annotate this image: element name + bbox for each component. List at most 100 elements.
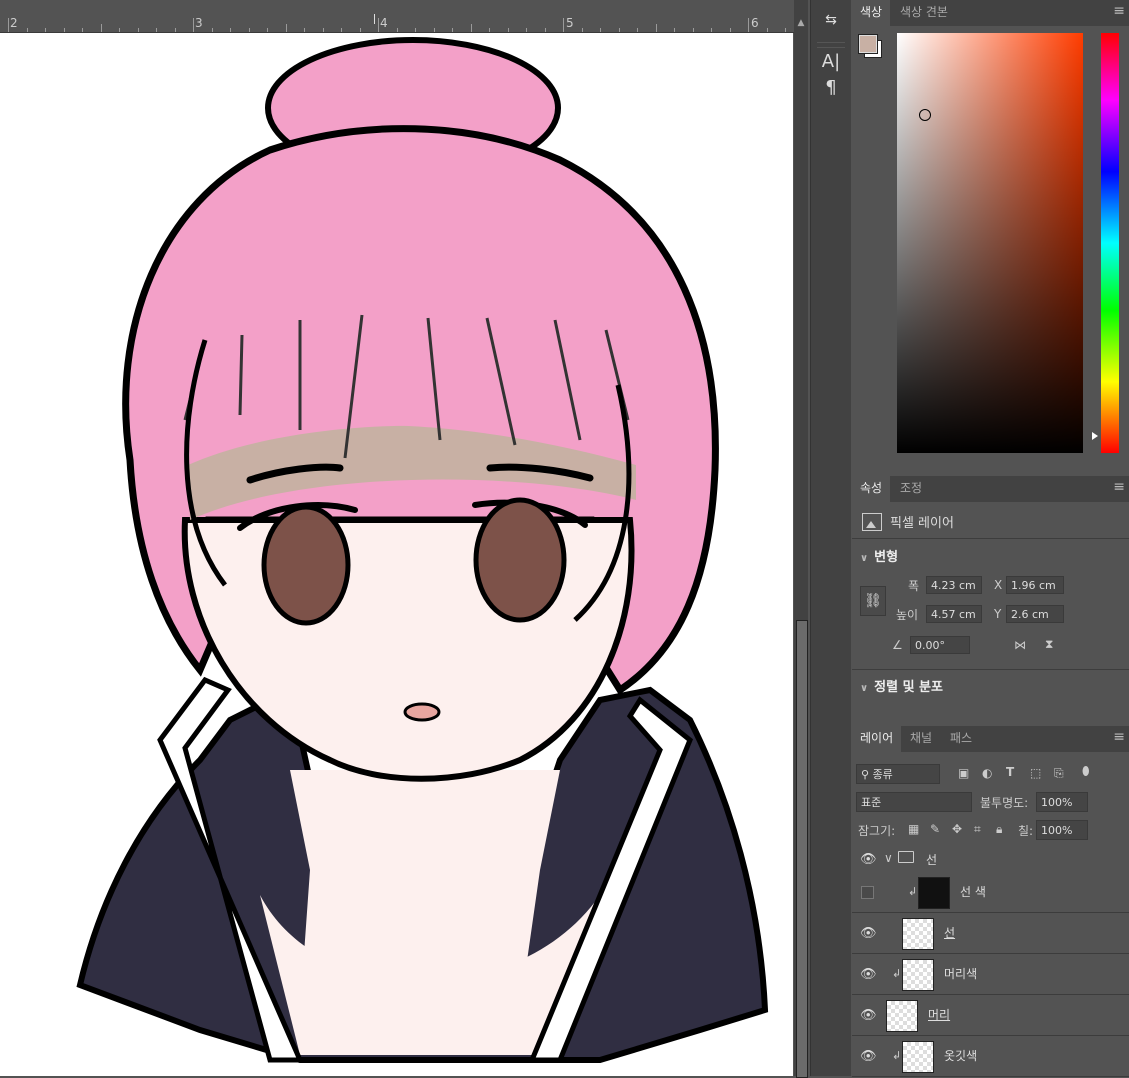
fill-label: 칠:	[1018, 824, 1034, 838]
tab-swatches[interactable]: 색상 견본	[892, 0, 956, 26]
color-picker-field[interactable]	[897, 33, 1083, 453]
panel-menu-icon[interactable]: ≡	[1113, 4, 1125, 18]
visibility-eye-icon[interactable]: 👁︎	[860, 1008, 877, 1023]
paragraph-panel-icon[interactable]: ¶	[819, 76, 843, 100]
tab-channels[interactable]: 채널	[902, 726, 940, 752]
chevron-down-icon: ∨	[860, 683, 869, 694]
canvas-vertical-scrollbar[interactable]: ▲	[794, 0, 808, 1078]
ruler-tick	[600, 28, 601, 32]
clipping-mask-icon: ↲	[892, 967, 902, 980]
filter-adjustment-icon[interactable]: ◐	[982, 766, 992, 780]
layer-thumbnail	[918, 877, 950, 909]
ruler-tick	[138, 28, 139, 32]
filter-pixel-icon[interactable]: ▣	[958, 766, 969, 780]
filter-type-icon[interactable]: T	[1006, 765, 1014, 779]
chevron-down-icon: ∨	[860, 553, 869, 564]
folder-icon	[898, 851, 914, 863]
scrollbar-thumb[interactable]	[796, 620, 808, 1078]
chevron-down-icon[interactable]: ∨	[884, 851, 893, 865]
height-field[interactable]: 4.57 cm	[926, 605, 982, 623]
tab-paths[interactable]: 패스	[942, 726, 980, 752]
color-panel: 색상 색상 견본 ≡	[852, 0, 1129, 474]
visibility-eye-icon[interactable]: 👁︎	[860, 967, 877, 982]
layer-group-row[interactable]: 👁︎ ∨ 선	[852, 846, 1129, 872]
y-field[interactable]: 2.6 cm	[1006, 605, 1064, 623]
ruler-tick	[563, 18, 564, 32]
layer-name: 선	[944, 926, 956, 940]
ruler-tick	[619, 28, 620, 32]
filter-shape-icon[interactable]: ⬚	[1030, 766, 1041, 780]
opacity-field[interactable]: 100%	[1036, 792, 1088, 812]
strip-divider	[817, 42, 845, 48]
hue-slider[interactable]	[1101, 33, 1119, 453]
tab-properties[interactable]: 속성	[852, 476, 891, 502]
layer-row[interactable]: 👁︎ 머리	[852, 995, 1129, 1036]
lock-paint-icon[interactable]: ✎	[930, 822, 940, 836]
ruler-tick	[156, 28, 157, 32]
lock-transparent-icon[interactable]: ▦	[908, 822, 919, 836]
ruler-label: 6	[751, 16, 759, 30]
lock-label: 잠그기:	[858, 824, 896, 838]
filter-toggle-icon[interactable]: ⬮	[1082, 764, 1090, 779]
align-section-header[interactable]: ∨ 정렬 및 분포	[860, 676, 943, 695]
visibility-eye-icon[interactable]: 👁︎	[860, 852, 877, 867]
scroll-up-icon[interactable]: ▲	[796, 18, 806, 28]
transform-section-header[interactable]: ∨ 변형	[860, 546, 898, 565]
transform-title: 변형	[874, 550, 899, 565]
visibility-eye-icon[interactable]: 👁︎	[860, 1049, 877, 1064]
layer-row[interactable]: 👁︎ ↲ 머리색	[852, 954, 1129, 995]
layer-type-row: 픽셀 레이어	[862, 512, 954, 531]
flip-vertical-icon[interactable]: ⧗	[1045, 637, 1053, 652]
color-picker-cursor[interactable]	[919, 109, 931, 121]
hue-slider-marker[interactable]	[1092, 432, 1098, 440]
history-icon[interactable]: ⇆	[819, 8, 843, 32]
filter-smart-object-icon[interactable]: ⎘	[1054, 766, 1064, 781]
search-icon: ⚲	[861, 768, 873, 781]
blend-mode-select[interactable]: 표준	[856, 792, 972, 812]
width-label: 폭	[908, 579, 920, 593]
ruler-tick	[286, 24, 287, 32]
ruler-tick	[397, 28, 398, 32]
angle-field[interactable]: 0.00°	[910, 636, 970, 654]
foreground-color-swatch[interactable]	[858, 34, 878, 54]
panel-menu-icon[interactable]: ≡	[1113, 730, 1125, 744]
ruler-tick	[730, 28, 731, 32]
ruler-tick	[360, 28, 361, 32]
layer-row[interactable]: 👁︎ 선	[852, 913, 1129, 954]
lock-all-icon[interactable]: 🔒︎	[996, 822, 1002, 837]
layer-filter-select[interactable]: ⚲ 종류	[856, 764, 940, 784]
tab-color[interactable]: 색상	[852, 0, 891, 26]
panel-menu-icon[interactable]: ≡	[1113, 480, 1125, 494]
ruler-tick	[8, 18, 9, 32]
layers-panel: 레이어 채널 패스 ≡ ⚲ 종류 ▣ ◐ T ⬚ ⎘ ⬮ 표준 불투명도: 10…	[852, 726, 1129, 1077]
document-canvas[interactable]	[0, 33, 793, 1076]
y-label: Y	[994, 607, 1002, 621]
layer-row[interactable]: 👁︎ ↲ 옷깃색	[852, 1036, 1129, 1077]
ruler-tick	[656, 24, 657, 32]
visibility-toggle-off[interactable]	[861, 886, 874, 899]
x-field[interactable]: 1.96 cm	[1006, 576, 1064, 594]
ruler-tick	[212, 28, 213, 32]
x-label: X	[994, 578, 1003, 592]
width-field[interactable]: 4.23 cm	[926, 576, 982, 594]
fill-field[interactable]: 100%	[1036, 820, 1088, 840]
ruler-tick	[175, 28, 176, 32]
layer-row[interactable]: ↲ 선 색	[852, 872, 1129, 913]
tab-adjustments[interactable]: 조정	[892, 476, 930, 502]
ruler-label: 3	[195, 16, 203, 30]
ruler-tick	[582, 28, 583, 32]
ruler-tick	[489, 28, 490, 32]
ruler-label: 4	[380, 16, 388, 30]
visibility-eye-icon[interactable]: 👁︎	[860, 926, 877, 941]
ruler-tick	[378, 18, 379, 32]
character-panel-icon[interactable]: A|	[819, 50, 843, 74]
ruler-cursor-marker	[374, 14, 375, 24]
tab-layers[interactable]: 레이어	[852, 726, 902, 752]
flip-horizontal-icon[interactable]: ⋈	[1014, 638, 1026, 652]
ruler-label: 2	[10, 16, 18, 30]
ruler-label: 5	[566, 16, 574, 30]
lock-position-icon[interactable]: ✥	[952, 822, 962, 836]
link-dimensions-icon[interactable]: ⛓	[860, 586, 886, 616]
layer-name: 머리	[928, 1008, 951, 1022]
lock-artboard-icon[interactable]: ⌗	[974, 822, 981, 837]
